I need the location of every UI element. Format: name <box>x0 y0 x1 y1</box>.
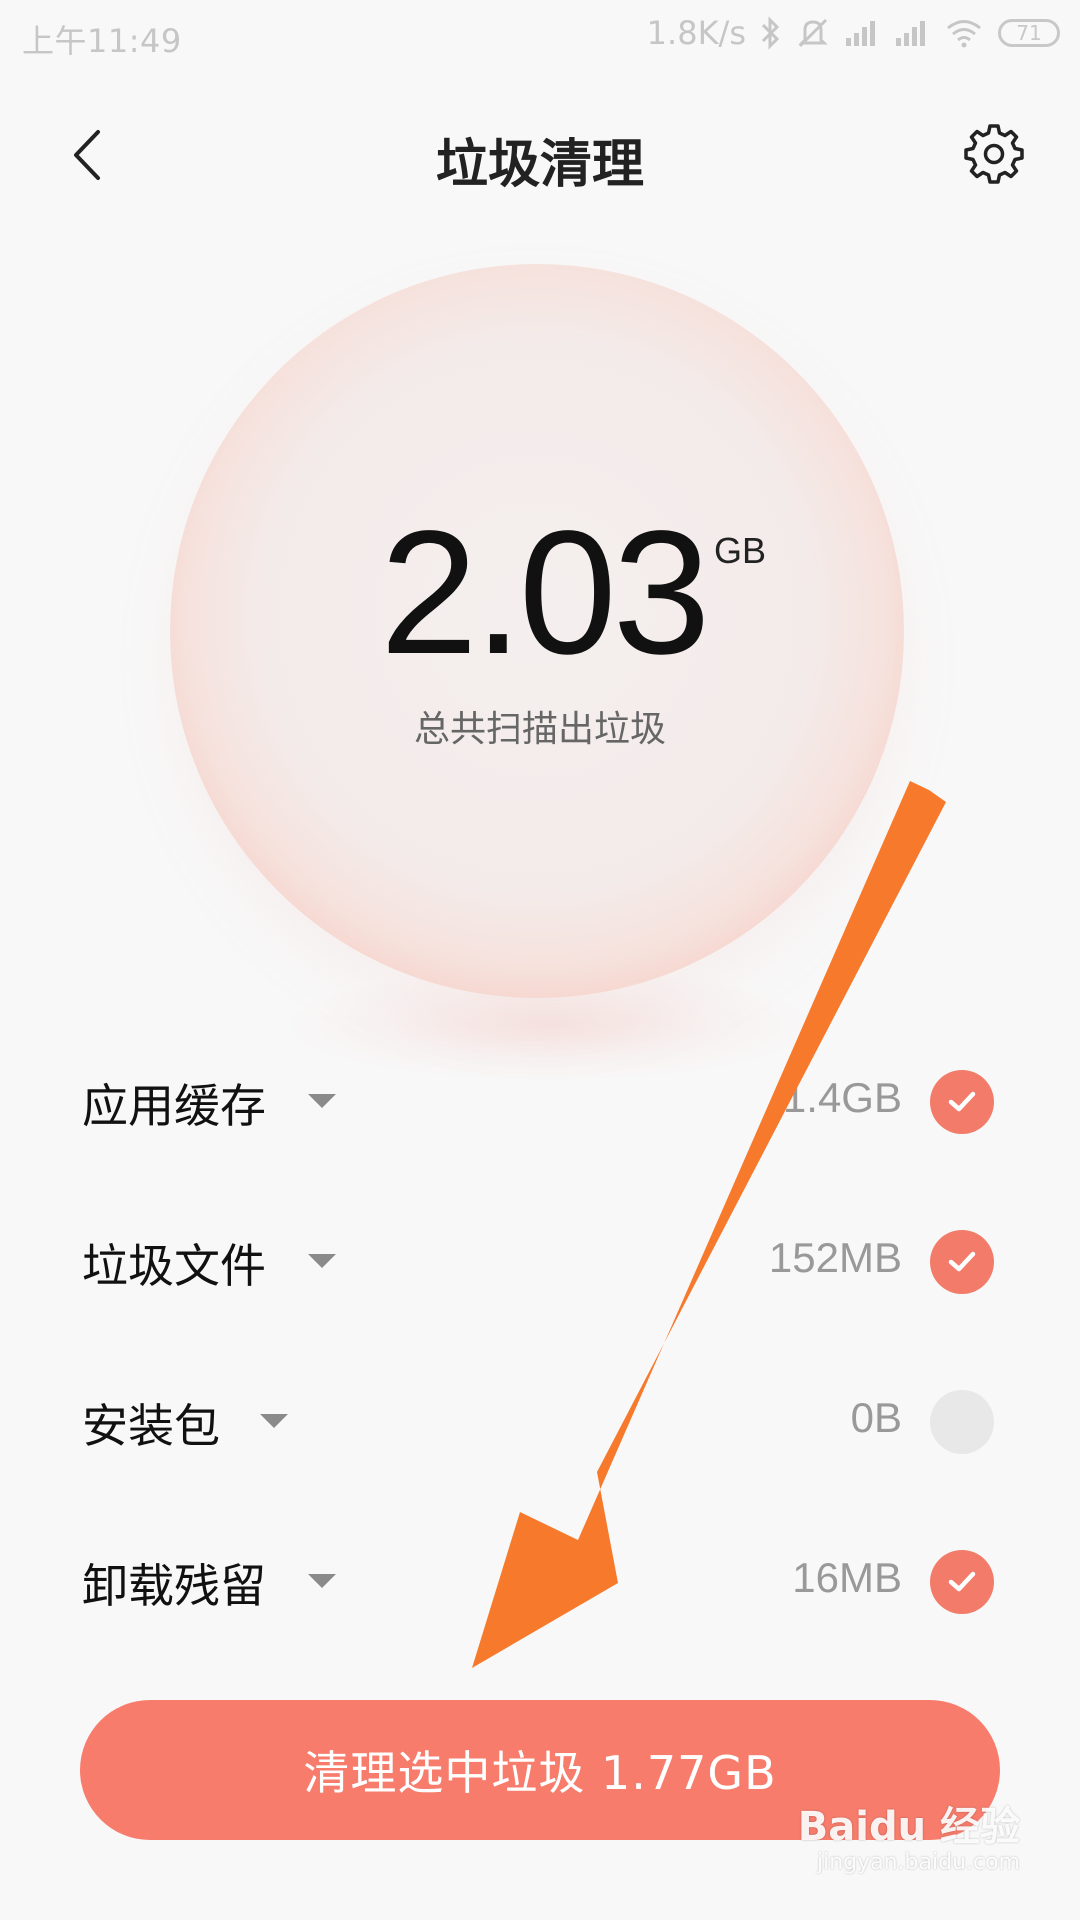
signal-icon <box>896 21 925 46</box>
watermark-url: jingyan.baidu.com <box>816 1850 1020 1875</box>
caret-down-icon[interactable] <box>308 1254 336 1268</box>
caret-down-icon[interactable] <box>308 1574 336 1588</box>
settings-button[interactable] <box>962 120 1026 184</box>
category-checkbox[interactable] <box>930 1550 994 1614</box>
net-speed: 1.8K/s <box>646 14 746 52</box>
scan-caption: 总共扫描出垃圾 <box>413 709 666 750</box>
category-uninstall-residue[interactable]: 卸载残留 16MB <box>0 1520 1080 1640</box>
category-checkbox[interactable] <box>930 1070 994 1134</box>
signal-icon <box>846 21 875 46</box>
category-size: 1.4GB <box>782 1074 902 1121</box>
scan-total-value: 2.03 <box>380 495 711 691</box>
junk-cleaner-screen: 上午11:49 1.8K/s 71 垃圾清理 2.03 GB 总共扫描出垃圾 应… <box>0 0 1080 1920</box>
caret-down-icon[interactable] <box>308 1094 336 1108</box>
category-size: 0B <box>850 1394 902 1441</box>
category-size: 16MB <box>792 1554 902 1601</box>
status-icons: 1.8K/s 71 <box>647 14 1060 52</box>
bluetooth-icon <box>761 16 780 50</box>
checkmark-icon <box>948 1091 976 1112</box>
category-label: 垃圾文件 <box>82 1239 266 1293</box>
mute-icon <box>798 18 828 48</box>
scan-total-unit: GB <box>714 530 767 571</box>
category-install-packages[interactable]: 安装包 0B <box>0 1360 1080 1480</box>
watermark-logo: Baidu 经验 <box>797 1804 1020 1850</box>
page-title: 垃圾清理 <box>435 135 644 195</box>
status-time: 上午11:49 <box>22 22 182 60</box>
category-label: 安装包 <box>82 1399 220 1453</box>
checkmark-icon <box>948 1251 976 1272</box>
battery-icon: 71 <box>998 19 1060 47</box>
header: 垃圾清理 <box>0 100 1080 210</box>
caret-down-icon[interactable] <box>260 1414 288 1428</box>
category-checkbox[interactable] <box>930 1230 994 1294</box>
category-app-cache[interactable]: 应用缓存 1.4GB <box>0 1040 1080 1160</box>
category-checkbox[interactable] <box>930 1390 994 1454</box>
status-bar: 上午11:49 1.8K/s 71 <box>0 0 1080 78</box>
wifi-icon <box>947 20 981 48</box>
checkmark-icon <box>948 1571 976 1592</box>
category-label: 卸载残留 <box>82 1559 266 1613</box>
category-size: 152MB <box>768 1234 902 1281</box>
category-label: 应用缓存 <box>82 1079 266 1133</box>
gear-icon <box>964 124 1024 184</box>
category-junk-files[interactable]: 垃圾文件 152MB <box>0 1200 1080 1320</box>
baidu-watermark: Baidu 经验 jingyan.baidu.com <box>780 1786 1020 1896</box>
